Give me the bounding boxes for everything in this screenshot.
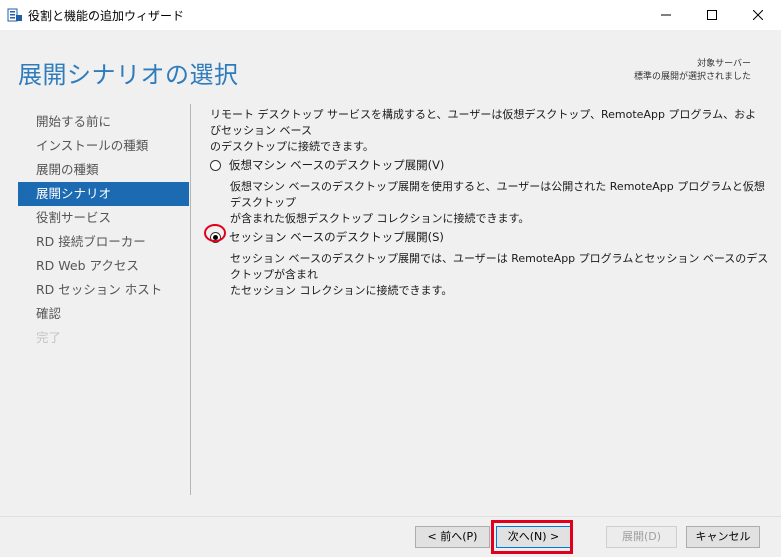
cancel-button[interactable]: キャンセル [686, 526, 760, 548]
intro-text: リモート デスクトップ サービスを構成すると、ユーザーは仮想デスクトップ、Rem… [210, 107, 765, 155]
wizard-nav: 開始する前に インストールの種類 展開の種類 展開シナリオ 役割サービス RD … [18, 110, 189, 350]
minimize-button[interactable] [643, 0, 689, 30]
previous-button[interactable]: < 前へ(P) [415, 526, 490, 548]
session-based-desc-line-2: たセッション コレクションに接続できます。 [230, 284, 453, 297]
vm-based-desc-line-2: が含まれた仮想デスクトップ コレクションに接続できます。 [230, 212, 530, 225]
selection-highlight-circle [204, 224, 226, 242]
next-button-highlight [491, 520, 573, 554]
maximize-button[interactable] [689, 0, 735, 30]
intro-line-1: リモート デスクトップ サービスを構成すると、ユーザーは仮想デスクトップ、Rem… [210, 108, 757, 137]
vm-based-label[interactable]: 仮想マシン ベースのデスクトップ展開(V) [229, 157, 444, 173]
minimize-icon [661, 14, 671, 16]
nav-item-rd-connection-broker[interactable]: RD 接続ブローカー [18, 230, 189, 254]
nav-item-installation-type[interactable]: インストールの種類 [18, 134, 189, 158]
main-content: リモート デスクトップ サービスを構成すると、ユーザーは仮想デスクトップ、Rem… [210, 107, 768, 297]
nav-item-deployment-type[interactable]: 展開の種類 [18, 158, 189, 182]
vm-based-description: 仮想マシン ベースのデスクトップ展開を使用すると、ユーザーは公開された Remo… [230, 179, 775, 227]
deploy-button: 展開(D) [606, 526, 677, 548]
page-title: 展開シナリオの選択 [18, 61, 239, 89]
option-session-based[interactable]: セッション ベースのデスクトップ展開(S) [210, 229, 444, 245]
maximize-icon [707, 10, 717, 20]
nav-divider [190, 104, 191, 495]
session-based-desc-line-1: セッション ベースのデスクトップ展開では、ユーザーは RemoteApp プログ… [230, 252, 769, 281]
server-manager-icon [7, 7, 23, 23]
vm-based-desc-line-1: 仮想マシン ベースのデスクトップ展開を使用すると、ユーザーは公開された Remo… [230, 180, 765, 209]
nav-item-rd-session-host[interactable]: RD セッション ホスト [18, 278, 189, 302]
option-vm-based[interactable]: 仮想マシン ベースのデスクトップ展開(V) [210, 157, 444, 173]
target-server-value: 標準の展開が選択されました [633, 72, 751, 82]
wizard-header: 展開シナリオの選択 対象サーバー 標準の展開が選択されました [0, 30, 781, 100]
session-based-label[interactable]: セッション ベースのデスクトップ展開(S) [229, 229, 444, 245]
nav-item-confirmation[interactable]: 確認 [18, 302, 189, 326]
nav-item-rd-web-access[interactable]: RD Web アクセス [18, 254, 189, 278]
nav-item-deployment-scenario[interactable]: 展開シナリオ [18, 182, 189, 206]
title-bar: 役割と機能の追加ウィザード [0, 0, 781, 30]
intro-line-2: のデスクトップに接続できます。 [210, 140, 374, 153]
target-server-label: 対象サーバー [697, 59, 751, 69]
close-icon [753, 10, 763, 20]
session-based-description: セッション ベースのデスクトップ展開では、ユーザーは RemoteApp プログ… [230, 251, 775, 299]
nav-item-before-you-begin[interactable]: 開始する前に [18, 110, 189, 134]
nav-item-role-services[interactable]: 役割サービス [18, 206, 189, 230]
close-button[interactable] [735, 0, 781, 30]
window-title: 役割と機能の追加ウィザード [28, 9, 185, 23]
vm-based-radio[interactable] [210, 159, 221, 171]
nav-item-results: 完了 [36, 330, 62, 345]
